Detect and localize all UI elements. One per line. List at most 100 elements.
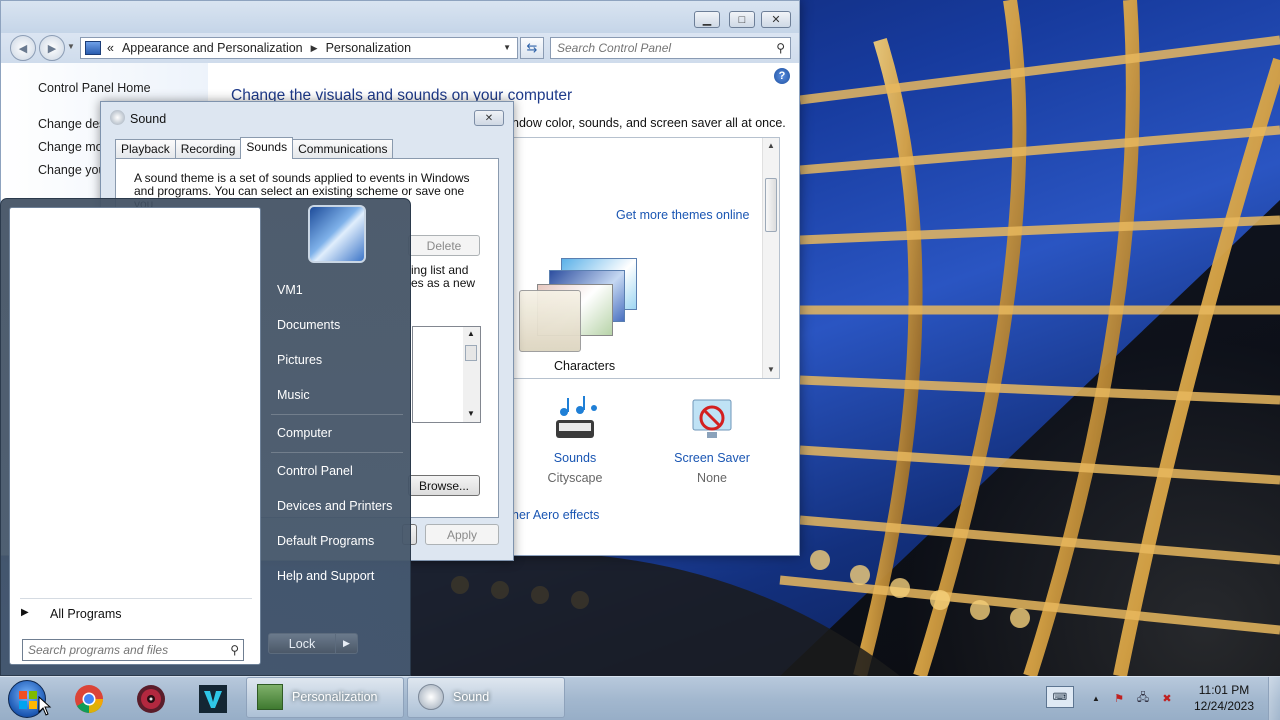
program-events-list[interactable]: ▲ ▼ (412, 326, 481, 423)
taskbar-item-label: Sound (453, 690, 490, 704)
refresh-icon: ⇆ (526, 40, 538, 55)
scroll-thumb[interactable] (465, 345, 477, 361)
help-icon[interactable]: ? (774, 68, 790, 84)
dialog-title: Sound (130, 112, 167, 126)
start-item-control-panel[interactable]: Control Panel (277, 464, 353, 478)
taskbar-item-sound[interactable]: Sound (407, 677, 565, 718)
start-menu: ▶ All Programs ⚲ VM1 Documents Pictures … (0, 198, 411, 676)
divider (271, 414, 403, 415)
scroll-up-icon[interactable]: ▲ (767, 141, 775, 150)
refresh-button[interactable]: ⇆ (520, 37, 544, 59)
show-hidden-icons-icon[interactable]: ▲ (1088, 690, 1104, 706)
close-button[interactable]: ✕ (761, 11, 791, 28)
desc-partial-line-2: es as a new (411, 276, 476, 290)
delete-button[interactable]: Delete (408, 235, 480, 256)
screen-saver-label[interactable]: Screen Saver (672, 451, 752, 465)
divider (20, 598, 252, 599)
system-clock[interactable]: 11:01 PM 12/24/2023 (1192, 682, 1256, 714)
tab-communications[interactable]: Communications (292, 139, 394, 159)
start-search-input[interactable] (23, 640, 218, 660)
vegas-taskbar-button[interactable] (195, 681, 231, 717)
forward-arrow-icon: ▶ (47, 42, 57, 55)
get-more-themes-link[interactable]: Get more themes online (616, 208, 749, 222)
apply-button[interactable]: Apply (425, 524, 499, 545)
chrome-taskbar-button[interactable] (71, 681, 107, 717)
volume-muted-icon[interactable]: ✖ (1159, 690, 1175, 706)
maximize-button[interactable]: □ (729, 11, 755, 28)
search-control-panel[interactable]: ⚲ (550, 37, 791, 59)
control-panel-home-link[interactable]: Control Panel Home (38, 81, 151, 95)
search-icon[interactable]: ⚲ (230, 643, 239, 657)
page-subheading: ndow color, sounds, and screen saver all… (512, 116, 786, 130)
address-bar[interactable]: « Appearance and Personalization ▶ Perso… (80, 37, 518, 59)
user-avatar[interactable] (308, 205, 366, 263)
breadcrumb-personalization[interactable]: Personalization (326, 41, 411, 55)
scroll-down-icon[interactable]: ▼ (767, 365, 775, 374)
start-item-computer[interactable]: Computer (277, 426, 332, 440)
close-icon: ✕ (484, 112, 494, 124)
power-options-button[interactable]: ▶ (335, 633, 358, 654)
characters-theme-thumbnail[interactable] (519, 256, 641, 352)
change-account-link[interactable]: Change you (38, 163, 105, 177)
tab-sounds[interactable]: Sounds (240, 137, 294, 159)
sounds-label[interactable]: Sounds (540, 451, 610, 465)
address-row: ◀ ▶ ▼ « Appearance and Personalization ▶… (1, 33, 799, 63)
clock-date: 12/24/2023 (1193, 699, 1255, 713)
minimize-icon: ▁ (702, 14, 712, 26)
browse-button[interactable]: Browse... (408, 475, 480, 496)
scroll-up-icon[interactable]: ▲ (467, 329, 475, 338)
search-input[interactable] (551, 38, 761, 58)
start-item-pictures[interactable]: Pictures (277, 353, 322, 367)
all-programs-button[interactable]: All Programs (50, 607, 122, 621)
screen-saver-value: None (697, 471, 727, 485)
chevron-right-icon[interactable]: ▶ (311, 43, 318, 54)
back-arrow-icon: ◀ (18, 42, 28, 55)
sounds-setting[interactable]: Sounds Cityscape (540, 396, 610, 485)
dialog-tabs: Playback Recording Sounds Communications (115, 137, 394, 159)
scroll-thumb[interactable] (765, 178, 777, 232)
change-desktop-link[interactable]: Change des (38, 117, 105, 131)
start-item-music[interactable]: Music (277, 388, 310, 402)
dialog-close-button[interactable]: ✕ (474, 110, 504, 126)
list-scrollbar[interactable]: ▲ ▼ (463, 327, 480, 422)
control-panel-icon (85, 41, 101, 55)
window-titlebar[interactable]: ▁ □ ✕ (1, 1, 799, 33)
search-icon[interactable]: ⚲ (776, 41, 785, 55)
programs-pane: ▶ All Programs ⚲ (9, 207, 261, 665)
lock-button[interactable]: Lock (268, 633, 336, 654)
media-player-taskbar-button[interactable] (133, 681, 169, 717)
action-center-flag-icon[interactable]: ⚑ (1111, 690, 1127, 706)
aero-effects-link[interactable]: her Aero effects (512, 508, 599, 522)
start-item-devices-printers[interactable]: Devices and Printers (277, 499, 392, 513)
start-item-default-programs[interactable]: Default Programs (277, 534, 374, 548)
maximize-icon: □ (738, 13, 746, 26)
tab-playback[interactable]: Playback (115, 139, 176, 159)
minimize-button[interactable]: ▁ (694, 11, 720, 28)
start-item-help-support[interactable]: Help and Support (277, 569, 374, 583)
taskbar: Personalization Sound ⌨ ▲ ⚑ 🖧 ✖ 11:01 PM… (0, 676, 1280, 720)
start-item-user[interactable]: VM1 (277, 283, 303, 297)
speaker-icon (110, 110, 125, 125)
keyboard-layout-icon[interactable]: ⌨ (1046, 686, 1074, 708)
recent-pages-icon[interactable]: ▼ (67, 42, 75, 51)
breadcrumb-appearance[interactable]: Appearance and Personalization (122, 41, 303, 55)
sounds-icon (556, 396, 597, 438)
forward-button[interactable]: ▶ (39, 35, 65, 61)
breadcrumb-prefix: « (107, 41, 114, 55)
chrome-icon (75, 685, 103, 713)
tab-recording[interactable]: Recording (174, 139, 242, 159)
screen-saver-setting[interactable]: Screen Saver None (672, 396, 752, 485)
show-desktop-button[interactable] (1268, 677, 1280, 720)
network-icon[interactable]: 🖧 (1135, 690, 1151, 706)
back-button[interactable]: ◀ (10, 35, 36, 61)
theme-scrollbar[interactable]: ▲ ▼ (762, 138, 779, 378)
sounds-value: Cityscape (547, 471, 603, 485)
change-mouse-link[interactable]: Change mo (38, 140, 103, 154)
chevron-down-icon[interactable]: ▼ (503, 43, 511, 52)
personalization-icon (257, 684, 283, 710)
start-search-box[interactable]: ⚲ (22, 639, 244, 661)
scroll-down-icon[interactable]: ▼ (467, 409, 475, 418)
start-item-documents[interactable]: Documents (277, 318, 340, 332)
taskbar-item-personalization[interactable]: Personalization (246, 677, 404, 718)
chevron-right-icon[interactable]: ▶ (21, 607, 29, 618)
